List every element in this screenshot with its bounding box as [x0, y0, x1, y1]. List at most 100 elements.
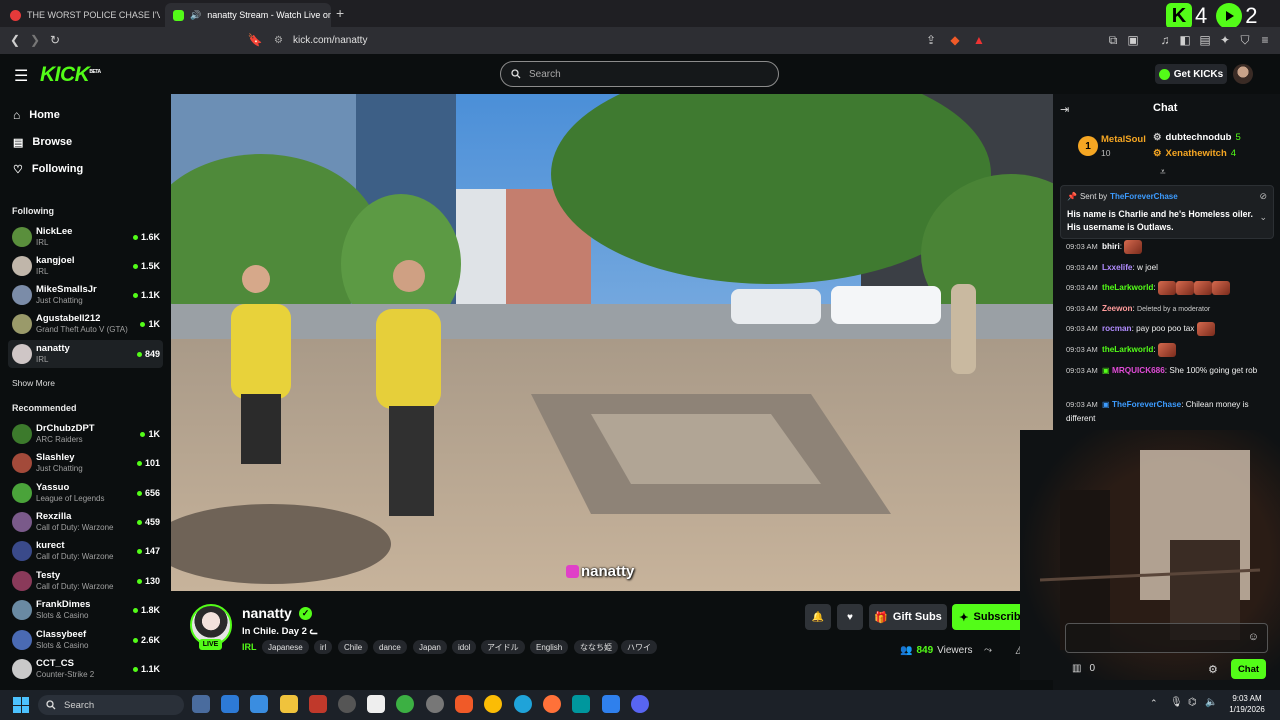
app-icon[interactable]	[338, 695, 356, 713]
tag[interactable]: irl	[314, 640, 333, 654]
channel-item[interactable]: Slashley Just Chatting 101	[8, 449, 163, 477]
brave-browser-icon[interactable]	[455, 695, 473, 713]
chat-input[interactable]: ☺	[1065, 623, 1268, 653]
leaderboard-entry[interactable]: ⚙ dubtechnodub 5	[1153, 132, 1241, 143]
share-icon[interactable]: ⤳	[984, 645, 992, 656]
message-user[interactable]: TheForeverChase	[1112, 400, 1181, 409]
chevron-down-icon[interactable]: ⌄	[1259, 212, 1267, 223]
show-more-link[interactable]: Show More	[12, 378, 55, 388]
user-avatar[interactable]	[1233, 64, 1253, 84]
back-icon[interactable]: ❮	[8, 33, 22, 47]
share-icon[interactable]: ⇪	[924, 33, 938, 47]
extensions-icon[interactable]: ⧉	[1106, 33, 1120, 47]
streamer-name[interactable]: nanatty	[242, 605, 292, 621]
sidebar-toggle-icon[interactable]: ◧	[1178, 33, 1192, 47]
tag[interactable]: ななち姫	[574, 640, 618, 654]
browser-tab-active[interactable]: 🔊 nanatty Stream - Watch Live on ✕	[165, 3, 331, 27]
tag[interactable]: Japan	[413, 640, 447, 654]
app-icon[interactable]	[426, 695, 444, 713]
speaker-icon[interactable]: 🔊	[190, 10, 201, 21]
follow-button[interactable]: ♥	[837, 604, 863, 630]
chrome-icon[interactable]	[484, 695, 502, 713]
network-icon[interactable]: ⌬	[1188, 697, 1197, 708]
brave-rewards-icon[interactable]: ▲	[972, 33, 986, 47]
message-user[interactable]: MRQUICK686	[1112, 366, 1165, 375]
new-tab-icon[interactable]: +	[336, 5, 344, 21]
leaderboard-entry[interactable]: ⚙ Xenathewitch 4	[1153, 148, 1236, 159]
file-explorer-icon[interactable]	[280, 695, 298, 713]
channel-item[interactable]: DrChubzDPT ARC Raiders 1K	[8, 420, 163, 448]
vpn-icon[interactable]: ⛉	[1238, 33, 1252, 47]
vscode-icon[interactable]	[602, 695, 620, 713]
widgets-app-icon[interactable]	[192, 695, 210, 713]
search-input[interactable]: Search	[500, 61, 779, 87]
reload-icon[interactable]: ↻	[48, 33, 62, 47]
get-kicks-button[interactable]: Get KICKs	[1155, 64, 1227, 84]
send-chat-button[interactable]: Chat	[1231, 659, 1266, 679]
sidebar-item-following[interactable]: ♡ Following	[13, 159, 83, 179]
app-icon[interactable]	[309, 695, 327, 713]
message-user[interactable]: Lxxelife	[1102, 263, 1133, 272]
leo-icon[interactable]: ✦	[1218, 33, 1232, 47]
message-user[interactable]: bhiri	[1102, 242, 1120, 251]
app-icon[interactable]	[396, 695, 414, 713]
taskbar-search[interactable]: Search	[38, 695, 184, 715]
channel-item[interactable]: Testy Call of Duty: Warzone 130	[8, 567, 163, 595]
screenshot-icon[interactable]: ▣	[1126, 33, 1140, 47]
tray-chevron-icon[interactable]: ⌃	[1150, 698, 1158, 709]
url-field[interactable]: ⚙ kick.com/nanatty	[274, 29, 874, 51]
stream-category-link[interactable]: IRL	[242, 642, 257, 652]
play-extension-icon[interactable]	[1216, 3, 1243, 29]
sidebar-item-home[interactable]: ⌂ Home	[13, 105, 60, 125]
app-icon[interactable]	[221, 695, 239, 713]
points-display[interactable]: ▥ 0	[1072, 663, 1095, 674]
leaderboard-name[interactable]: MetalSoul	[1101, 134, 1146, 145]
app-icon[interactable]	[250, 695, 268, 713]
chat-settings-icon[interactable]: ⚙	[1208, 663, 1218, 676]
menu-icon[interactable]: ≡	[1258, 33, 1272, 47]
tag[interactable]: ハワイ	[621, 640, 657, 654]
channel-item[interactable]: FrankDimes Slots & Casino 1.8K	[8, 596, 163, 624]
app-icon[interactable]	[367, 695, 385, 713]
channel-item[interactable]: MikeSmallsJr Just Chatting 1.1K	[8, 281, 163, 309]
channel-item[interactable]: NickLee IRL 1.6K	[8, 223, 163, 251]
channel-item[interactable]: Agustabell212 Grand Theft Auto V (GTA) 1K	[8, 310, 163, 338]
wallet-icon[interactable]: ▤	[1198, 33, 1212, 47]
channel-item[interactable]: CCT_CS Counter-Strike 2 1.1K	[8, 655, 163, 683]
pinned-sender[interactable]: TheForeverChase	[1110, 192, 1178, 201]
browser-tab[interactable]: THE WORST POLICE CHASE I'VE EVER	[2, 3, 160, 27]
microphone-icon[interactable]: 🎙	[1170, 697, 1183, 708]
tag[interactable]: dance	[373, 640, 407, 654]
gift-subs-button[interactable]: 🎁 Gift Subs	[869, 604, 947, 630]
channel-item-selected[interactable]: nanatty IRL 849	[8, 340, 163, 368]
expand-leaderboard-icon[interactable]: ⩡	[1160, 167, 1166, 178]
channel-item[interactable]: kangjoel IRL 1.5K	[8, 252, 163, 280]
channel-item[interactable]: kurect Call of Duty: Warzone 147	[8, 537, 163, 565]
message-user[interactable]: theLarkworld	[1102, 345, 1153, 354]
message-user[interactable]: rocman	[1102, 324, 1132, 333]
tag[interactable]: Japanese	[262, 640, 309, 654]
unpin-icon[interactable]: ⊘	[1259, 191, 1267, 202]
app-icon[interactable]	[572, 695, 590, 713]
forward-icon[interactable]: ❯	[28, 33, 42, 47]
notification-bell-button[interactable]: 🔔	[805, 604, 831, 630]
tag[interactable]: idol	[452, 640, 477, 654]
tag[interactable]: English	[530, 640, 569, 654]
bookmark-icon[interactable]: 🔖	[248, 33, 263, 47]
windows-start-icon[interactable]	[13, 697, 29, 713]
taskbar-clock[interactable]: 9:03 AM 1/19/2026	[1222, 693, 1272, 715]
discord-icon[interactable]	[631, 695, 649, 713]
hamburger-menu-icon[interactable]: ☰	[14, 66, 28, 86]
channel-item[interactable]: Yassuo League of Legends 656	[8, 479, 163, 507]
tag[interactable]: Chile	[338, 640, 369, 654]
firefox-icon[interactable]	[543, 695, 561, 713]
emoji-icon[interactable]: ☺	[1248, 631, 1259, 643]
channel-item[interactable]: Rexzilla Call of Duty: Warzone 459	[8, 508, 163, 536]
volume-icon[interactable]: 🔈	[1205, 697, 1217, 708]
tag[interactable]: アイドル	[481, 640, 525, 654]
brave-shield-icon[interactable]: ◆	[948, 33, 962, 47]
edge-icon[interactable]	[514, 695, 532, 713]
sidebar-item-browse[interactable]: ▤ Browse	[13, 132, 72, 152]
channel-item[interactable]: Classybeef Slots & Casino 2.6K	[8, 626, 163, 654]
message-user[interactable]: Zeewon	[1102, 304, 1132, 313]
